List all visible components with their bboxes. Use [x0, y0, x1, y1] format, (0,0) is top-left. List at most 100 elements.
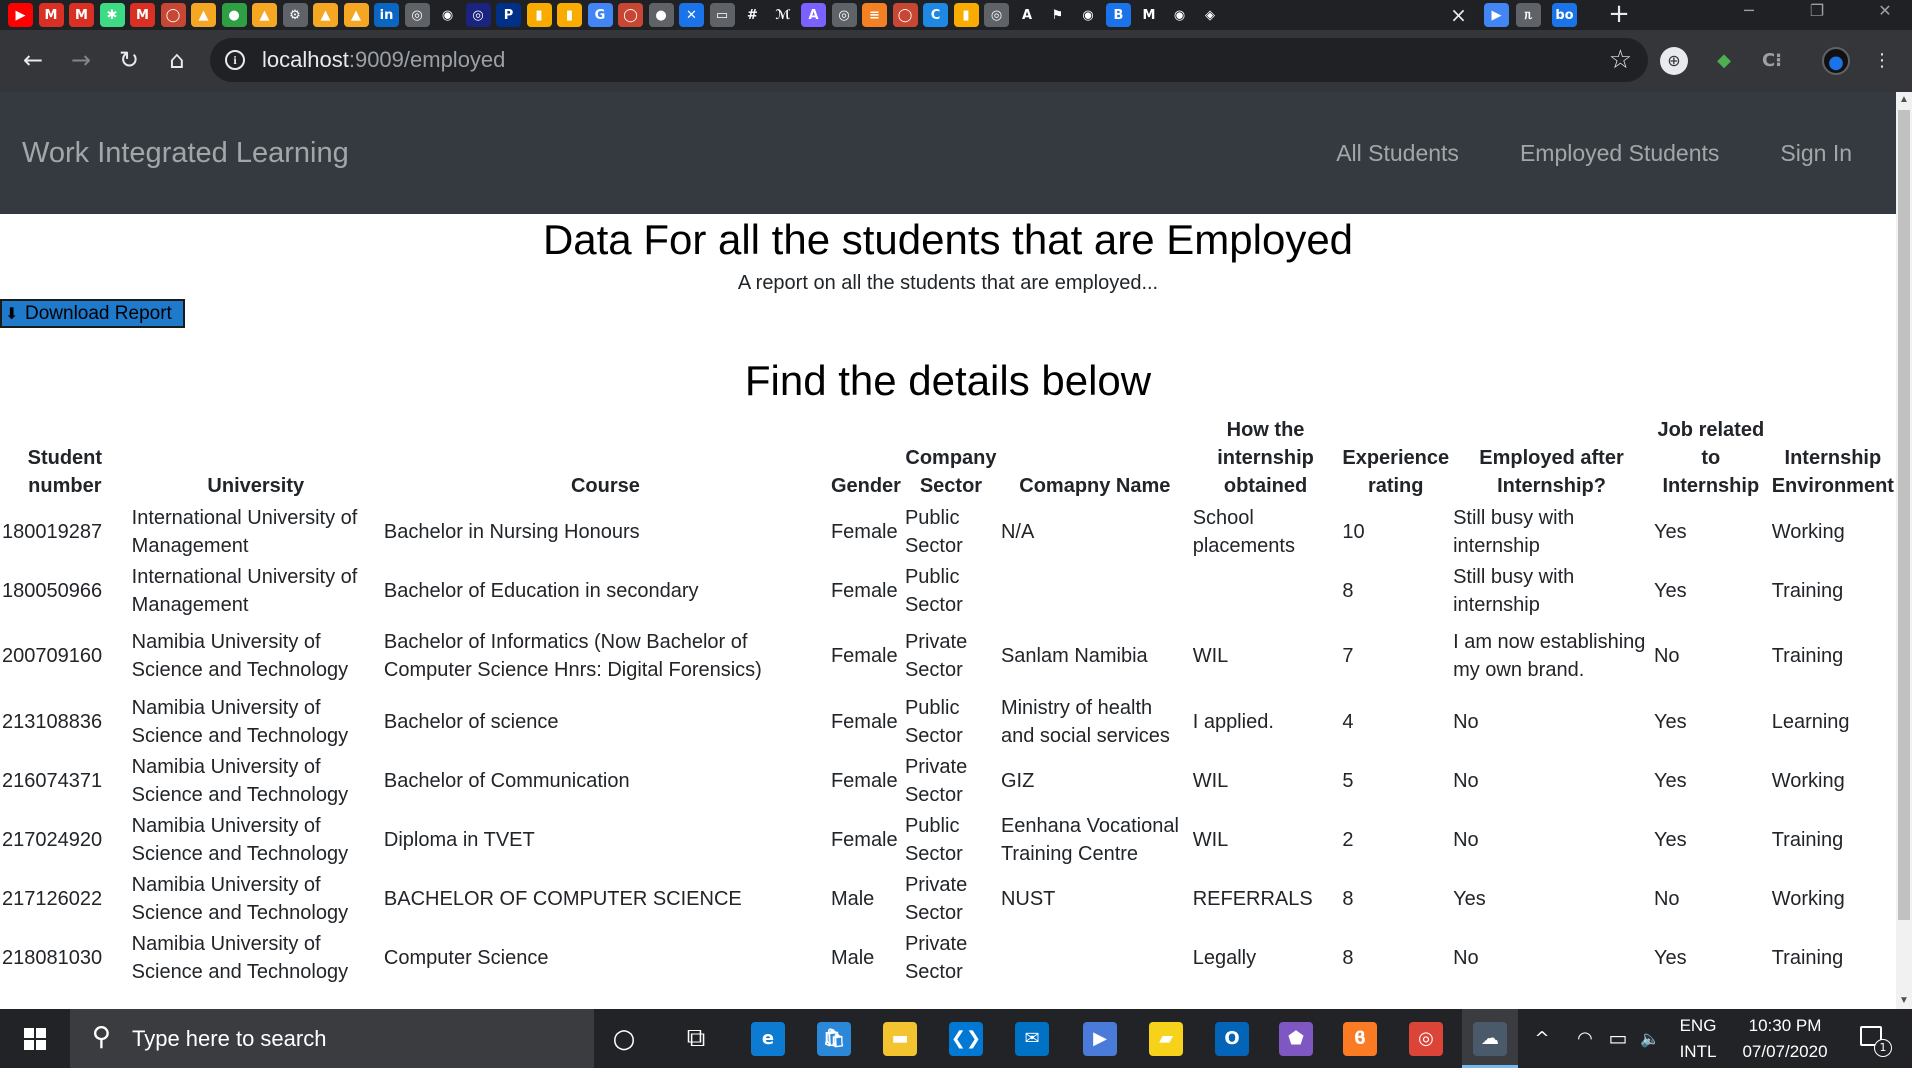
- sticky-notes-taskbar-button[interactable]: ▰: [1138, 1009, 1194, 1068]
- google-icon[interactable]: G: [587, 3, 613, 27]
- clock-date[interactable]: 07/07/2020: [1730, 1039, 1840, 1065]
- url-text[interactable]: localhost:9009/employed: [262, 38, 505, 82]
- profile-avatar[interactable]: ●: [1822, 47, 1850, 75]
- globe-icon[interactable]: ◎: [831, 3, 857, 27]
- compass-icon[interactable]: ◈: [1198, 3, 1223, 27]
- network-icon[interactable]: ◠: [1570, 1009, 1600, 1068]
- github-icon[interactable]: ◉: [1076, 3, 1101, 27]
- youtube-icon[interactable]: ▶: [8, 3, 33, 27]
- android-icon[interactable]: ✱: [99, 3, 125, 27]
- new-tab-button[interactable]: +: [1606, 0, 1632, 30]
- chrome-taskbar-button[interactable]: ◎: [1398, 1009, 1454, 1068]
- x-box-icon[interactable]: ✕: [679, 3, 704, 27]
- page-scrollbar[interactable]: ▲ ▼: [1896, 92, 1912, 1009]
- battery-icon[interactable]: ▭: [1604, 1009, 1632, 1068]
- vscode-taskbar-button[interactable]: ❮❯: [938, 1009, 994, 1068]
- analytics-icon[interactable]: ▮: [526, 3, 552, 27]
- keyboard-layout[interactable]: INTL: [1670, 1039, 1726, 1065]
- site-info-icon[interactable]: i: [225, 50, 245, 70]
- minimize-window-button[interactable]: ─: [1722, 0, 1776, 30]
- extension-crosshair-icon[interactable]: ⊕: [1660, 47, 1688, 75]
- file-explorer-taskbar-button[interactable]: ▬: [872, 1009, 928, 1068]
- globe-icon[interactable]: ◎: [984, 3, 1009, 27]
- cloud-app-taskbar-button[interactable]: ☁: [1462, 1009, 1518, 1068]
- globe-icon[interactable]: ◎: [404, 3, 430, 27]
- task-view-taskbar-button[interactable]: ⧉: [668, 1009, 724, 1068]
- github-icon[interactable]: ◉: [1167, 3, 1192, 27]
- scroll-down-arrow-icon[interactable]: ▼: [1896, 993, 1912, 1009]
- green-circle-icon[interactable]: ●: [221, 3, 247, 27]
- store-taskbar-button[interactable]: 🛍: [806, 1009, 862, 1068]
- table-cell: 8: [1342, 887, 1354, 910]
- github-icon[interactable]: ◉: [435, 3, 460, 27]
- linkedin-icon[interactable]: in: [374, 3, 399, 27]
- bo-icon[interactable]: bo: [1552, 3, 1577, 27]
- apple-icon[interactable]: ●: [648, 3, 674, 27]
- nav-link-sign-in[interactable]: Sign In: [1780, 140, 1852, 167]
- xampp-taskbar-button[interactable]: ϐ: [1332, 1009, 1388, 1068]
- scrollbar-thumb[interactable]: [1898, 110, 1910, 920]
- nav-link-employed-students[interactable]: Employed Students: [1520, 140, 1719, 167]
- download-report-button[interactable]: ⬇ Download Report: [0, 299, 185, 328]
- firebase-icon[interactable]: ▲: [343, 3, 369, 27]
- gmail-icon[interactable]: M: [69, 3, 94, 27]
- media-taskbar-button[interactable]: ▶: [1072, 1009, 1128, 1068]
- c-icon[interactable]: C: [923, 3, 948, 27]
- navbar-brand[interactable]: Work Integrated Learning: [22, 92, 349, 214]
- notifications-button[interactable]: 1: [1854, 1009, 1894, 1068]
- extension-c-icon[interactable]: C⁝: [1758, 47, 1786, 75]
- oracle-icon[interactable]: ◯: [892, 3, 918, 27]
- azure-icon[interactable]: A: [801, 3, 826, 27]
- close-window-button[interactable]: ✕: [1858, 0, 1912, 30]
- outlook-taskbar-button[interactable]: O: [1204, 1009, 1260, 1068]
- b-icon[interactable]: B: [1106, 3, 1131, 27]
- edge-taskbar-button[interactable]: e: [740, 1009, 796, 1068]
- reload-icon[interactable]: ↻: [112, 44, 146, 78]
- table-cell: Male: [830, 887, 875, 910]
- tab-close-icon[interactable]: ×: [1446, 3, 1471, 27]
- paypal-icon[interactable]: P: [496, 3, 521, 27]
- clock-time[interactable]: 10:30 PM: [1730, 1013, 1840, 1039]
- a-icon[interactable]: A: [1015, 3, 1040, 27]
- home-icon[interactable]: ⌂: [160, 44, 194, 78]
- firebase-icon[interactable]: ▲: [252, 3, 277, 27]
- nav-link-all-students[interactable]: All Students: [1336, 140, 1459, 167]
- bookmark-star-icon[interactable]: ☆: [1609, 44, 1632, 76]
- start-button[interactable]: [0, 1009, 70, 1068]
- analytics-icon[interactable]: ▮: [953, 3, 979, 27]
- taskbar-search-box[interactable]: ⚲ Type here to search: [70, 1009, 594, 1068]
- firebase-icon[interactable]: ▲: [191, 3, 216, 27]
- gmail-icon[interactable]: M: [130, 3, 155, 27]
- extension-color-icon[interactable]: ◆: [1710, 47, 1738, 75]
- oracle-icon[interactable]: ◯: [618, 3, 643, 27]
- gmail-icon[interactable]: M: [38, 3, 64, 27]
- back-arrow-icon[interactable]: ←: [16, 44, 50, 78]
- gear-icon[interactable]: ⚙: [282, 3, 308, 27]
- play-icon[interactable]: ▶: [1484, 3, 1509, 27]
- volume-icon[interactable]: 🔈: [1636, 1009, 1664, 1068]
- table-cell: Namibia University of Science and Techno…: [131, 873, 349, 924]
- flag-icon[interactable]: ⚑: [1045, 3, 1070, 27]
- forward-arrow-icon[interactable]: →: [64, 44, 98, 78]
- address-bar[interactable]: i localhost:9009/employed ☆: [210, 38, 1648, 82]
- cortana-taskbar-button[interactable]: ○: [596, 1009, 652, 1068]
- letters-icon[interactable]: ᥰ: [1516, 3, 1541, 27]
- mail-taskbar-button[interactable]: ✉: [1004, 1009, 1060, 1068]
- analytics-icon[interactable]: ▮: [557, 3, 582, 27]
- xampp-icon: ϐ: [1343, 1021, 1377, 1056]
- grid-icon[interactable]: #: [740, 3, 765, 27]
- stackoverflow-icon[interactable]: ≡: [862, 3, 887, 27]
- scroll-up-arrow-icon[interactable]: ▲: [1896, 92, 1912, 108]
- table-cell: No: [1453, 710, 1479, 733]
- language-code[interactable]: ENG: [1670, 1013, 1726, 1039]
- restore-window-button[interactable]: ❐: [1790, 0, 1844, 30]
- firebase-icon[interactable]: ▲: [313, 3, 338, 27]
- medium-icon[interactable]: M: [1137, 3, 1162, 27]
- oracle-icon[interactable]: ◯: [160, 3, 186, 27]
- browser-menu-icon[interactable]: ⋮: [1872, 47, 1892, 75]
- globe-icon[interactable]: ◎: [465, 3, 491, 27]
- script-icon[interactable]: ℳ: [771, 3, 796, 27]
- window-icon[interactable]: ▭: [709, 3, 735, 27]
- tray-chevron-icon[interactable]: ^: [1530, 1009, 1554, 1068]
- pentagon-app-taskbar-button[interactable]: ⬟: [1268, 1009, 1324, 1068]
